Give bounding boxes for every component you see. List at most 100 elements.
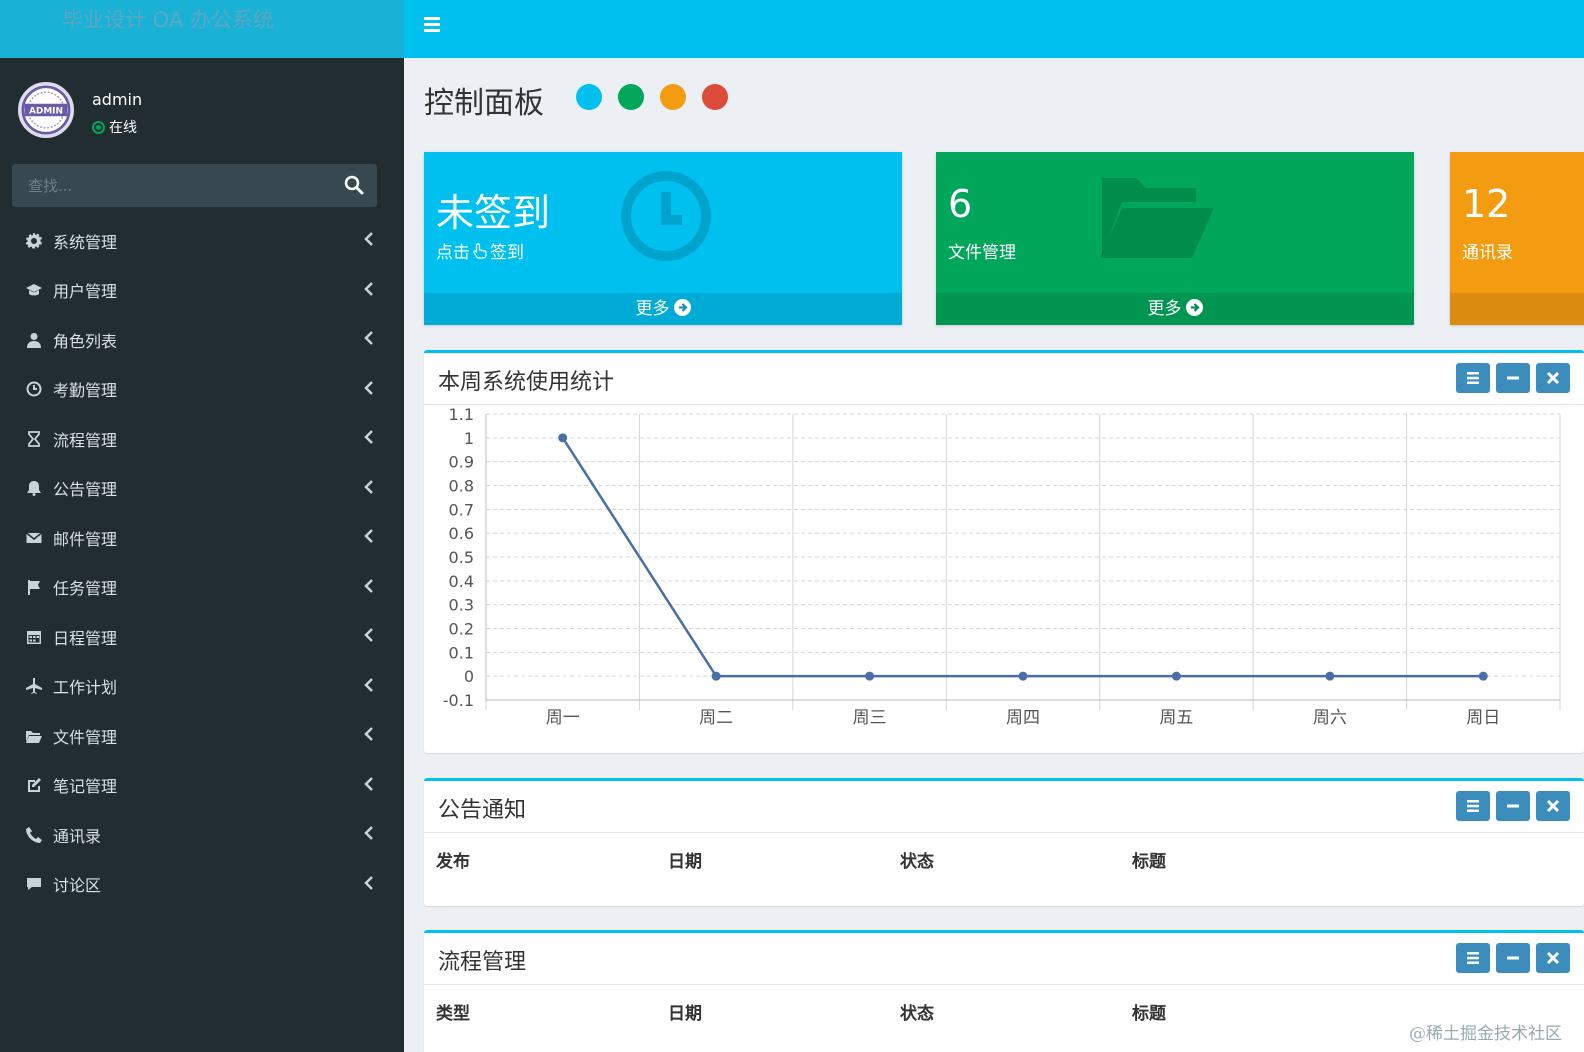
sidebar-toggle-icon[interactable] xyxy=(424,17,440,33)
x-tick-label: 周二 xyxy=(699,708,733,728)
arrow-circle-right-icon xyxy=(673,299,691,316)
folder-open-icon xyxy=(1100,178,1214,258)
sidebar-item-notes[interactable]: 笔记管理 xyxy=(0,761,404,811)
sidebar-item-roles[interactable]: 角色列表 xyxy=(0,315,404,365)
skin-color-orange[interactable] xyxy=(660,84,686,110)
series-line xyxy=(561,437,1484,678)
weekly-stats-box: 本周系统使用统计 1.1 1 0.9 0.8 0.7 0.6 0.5 0.4 0.3 0.2 0.1… xyxy=(424,350,1584,753)
x-tick-label: 周五 xyxy=(1159,708,1193,728)
y-tick-label: 0.1 xyxy=(449,643,474,662)
graduation-cap-icon xyxy=(25,281,43,299)
sidebar-item-users[interactable]: 用户管理 xyxy=(0,266,404,316)
contacts-box[interactable]: 12 通讯录 xyxy=(1450,152,1584,325)
sidebar-item-label: 讨论区 xyxy=(53,876,102,896)
list-button[interactable] xyxy=(1456,943,1490,973)
sidebar-item-attendance[interactable]: 考勤管理 xyxy=(0,365,404,415)
sidebar-search xyxy=(12,164,377,207)
sidebar-item-notices[interactable]: 公告管理 xyxy=(0,464,404,514)
sidebar-item-label: 通讯录 xyxy=(53,826,102,846)
folder-open-icon xyxy=(25,727,43,745)
files-more-link[interactable]: 更多 xyxy=(936,293,1414,325)
y-tick-label: 0.5 xyxy=(449,548,474,567)
sidebar: ADMIN admin 在线 系统管理 用户管理 角色列表 xyxy=(0,58,404,1052)
skin-color-blue[interactable] xyxy=(576,84,602,110)
box-title: 流程管理 xyxy=(438,950,527,975)
sidebar-item-process[interactable]: 流程管理 xyxy=(0,414,404,464)
remove-button[interactable] xyxy=(1536,791,1570,821)
sidebar-item-schedule[interactable]: 日程管理 xyxy=(0,612,404,662)
data-point xyxy=(1478,671,1488,681)
collapse-button[interactable] xyxy=(1496,791,1530,821)
collapse-button[interactable] xyxy=(1496,943,1530,973)
box-tools xyxy=(1456,363,1570,393)
list-button[interactable] xyxy=(1456,363,1490,393)
y-tick-label: 0.7 xyxy=(449,500,474,519)
y-tick-label: 0.3 xyxy=(449,596,474,615)
hand-pointer-icon xyxy=(473,243,487,259)
sidebar-item-label: 工作计划 xyxy=(53,678,118,698)
user-status: 在线 xyxy=(92,117,137,137)
page-title: 控制面板 xyxy=(424,86,544,121)
checkin-action[interactable]: 点击 签到 xyxy=(436,238,524,263)
sidebar-item-mail[interactable]: 邮件管理 xyxy=(0,513,404,563)
chevron-left-icon xyxy=(364,529,373,543)
data-point xyxy=(558,433,568,443)
contacts-more-link[interactable] xyxy=(1450,293,1584,325)
sidebar-item-label: 公告管理 xyxy=(53,480,118,500)
y-tick-label: 0.8 xyxy=(449,477,474,496)
checkin-status: 未签到 xyxy=(436,191,551,235)
files-count: 6 xyxy=(948,182,973,226)
status-label: 在线 xyxy=(109,120,137,136)
checkin-box[interactable]: 未签到 点击 签到 更多 xyxy=(424,152,902,325)
sidebar-item-tasks[interactable]: 任务管理 xyxy=(0,563,404,613)
x-tick-label: 周日 xyxy=(1466,708,1500,728)
sidebar-item-forum[interactable]: 讨论区 xyxy=(0,860,404,910)
y-tick-label: 0.6 xyxy=(449,524,474,543)
files-box[interactable]: 6 文件管理 更多 xyxy=(936,152,1414,325)
y-tick-label: 0.4 xyxy=(449,572,474,591)
collapse-button[interactable] xyxy=(1496,363,1530,393)
list-button[interactable] xyxy=(1456,791,1490,821)
chevron-left-icon xyxy=(364,727,373,741)
more-label: 更多 xyxy=(1147,299,1182,319)
skin-color-red[interactable] xyxy=(702,84,728,110)
app-logo[interactable]: 毕业设计 OA 办公系统 xyxy=(0,0,404,58)
skin-color-green[interactable] xyxy=(618,84,644,110)
more-label: 更多 xyxy=(635,299,670,319)
column-header: 标题 xyxy=(1132,1004,1166,1024)
sidebar-item-contacts[interactable]: 通讯录 xyxy=(0,810,404,860)
chevron-left-icon xyxy=(364,281,373,296)
list-icon xyxy=(1467,800,1479,812)
column-header: 状态 xyxy=(900,1004,934,1024)
column-header: 标题 xyxy=(1132,852,1166,872)
remove-button[interactable] xyxy=(1536,363,1570,393)
top-navbar xyxy=(404,0,1584,58)
search-icon[interactable] xyxy=(343,174,365,196)
x-tick-label: 周六 xyxy=(1313,708,1347,728)
avatar: ADMIN xyxy=(18,82,74,138)
chevron-left-icon xyxy=(364,479,373,494)
minus-icon xyxy=(1507,804,1519,808)
contacts-count: 12 xyxy=(1462,182,1511,226)
data-point xyxy=(711,671,721,681)
chevron-left-icon xyxy=(364,826,373,840)
checkin-more-link[interactable]: 更多 xyxy=(424,293,902,325)
sidebar-item-label: 邮件管理 xyxy=(53,529,118,549)
search-input[interactable] xyxy=(12,164,332,207)
sidebar-menu: 系统管理 用户管理 角色列表 考勤管理 流程管理 公告管理 邮件管理 任务管理 … xyxy=(0,216,404,909)
remove-button[interactable] xyxy=(1536,943,1570,973)
files-label: 文件管理 xyxy=(948,243,1016,263)
y-tick-label: -0.1 xyxy=(443,691,474,710)
sidebar-item-label: 系统管理 xyxy=(53,232,118,252)
column-header: 状态 xyxy=(900,852,934,872)
sidebar-item-work-plan[interactable]: 工作计划 xyxy=(0,662,404,712)
phone-icon xyxy=(25,826,43,844)
minus-icon xyxy=(1507,376,1519,380)
y-tick-label: 1.1 xyxy=(449,408,474,424)
sidebar-item-files[interactable]: 文件管理 xyxy=(0,711,404,761)
sidebar-item-label: 文件管理 xyxy=(53,727,118,747)
minus-icon xyxy=(1507,956,1519,960)
contacts-label: 通讯录 xyxy=(1462,243,1513,263)
sidebar-item-system[interactable]: 系统管理 xyxy=(0,216,404,266)
edit-icon xyxy=(25,776,43,794)
